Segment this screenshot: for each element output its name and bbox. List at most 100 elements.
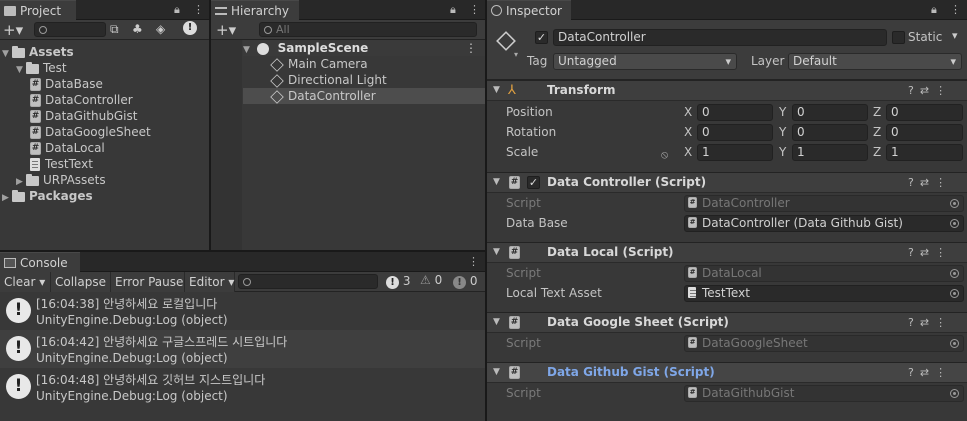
hierarchy-item[interactable]: DataController (243, 88, 485, 104)
component-header[interactable]: ▼ # Data Github Gist (Script) ?⇄⋮ (487, 362, 967, 383)
transform-y-field[interactable]: 0 (792, 124, 868, 141)
console-search-input[interactable] (238, 274, 378, 289)
kebab-menu-icon[interactable]: ⋮ (935, 366, 952, 379)
axis-x-label[interactable]: X (684, 144, 692, 161)
scene-row[interactable]: ▼ SampleScene ⋮ (243, 40, 485, 56)
object-picker-icon[interactable] (950, 269, 959, 278)
foldout-arrow-icon[interactable]: ▼ (493, 367, 500, 377)
preset-icon[interactable]: ⇄ (920, 246, 935, 259)
scene-menu-icon[interactable]: ⋮ (465, 40, 477, 56)
axis-y-label[interactable]: Y (779, 124, 786, 141)
transform-y-field[interactable]: 0 (792, 104, 868, 121)
project-tree-item[interactable]: # DataGoogleSheet (30, 124, 209, 140)
object-reference-field[interactable]: # DataLocal (684, 265, 964, 282)
object-picker-icon[interactable] (950, 289, 959, 298)
tab-project[interactable]: Project (0, 0, 76, 20)
expanded-arrow-icon[interactable]: ▼ (2, 46, 12, 62)
log-count-toggle[interactable]: ! 3 (386, 274, 410, 289)
object-picker-icon[interactable] (950, 219, 959, 228)
tag-dropdown[interactable]: Untagged (553, 53, 737, 70)
project-tree-item[interactable]: ▶ URPAssets (16, 172, 209, 188)
axis-x-label[interactable]: X (684, 124, 692, 141)
transform-header[interactable]: ▼ ⅄ Transform ?⇄⋮ (487, 80, 967, 101)
project-tree-item[interactable]: TestText (30, 156, 209, 172)
tab-inspector[interactable]: Inspector (487, 0, 571, 20)
filter-icon[interactable]: ♣ (132, 22, 143, 36)
object-reference-field[interactable]: # DataGoogleSheet (684, 335, 964, 352)
axis-z-label[interactable]: Z (873, 144, 881, 161)
tab-hierarchy[interactable]: Hierarchy (211, 0, 299, 20)
hidden-packages-icon[interactable]: ! (183, 21, 197, 35)
project-tree-item[interactable]: ▼ Test (16, 60, 209, 76)
transform-y-field[interactable]: 1 (792, 144, 868, 161)
tab-console[interactable]: Console (0, 252, 80, 272)
axis-y-label[interactable]: Y (779, 104, 786, 121)
help-icon[interactable]: ? (908, 176, 920, 189)
preset-icon[interactable]: ⇄ (920, 84, 935, 97)
kebab-menu-icon[interactable]: ⋮ (935, 176, 952, 189)
foldout-arrow-icon[interactable]: ▼ (493, 177, 500, 187)
collapse-button[interactable]: Collapse (51, 272, 111, 292)
error-pause-button[interactable]: Error Pause (111, 272, 185, 292)
transform-x-field[interactable]: 1 (697, 144, 773, 161)
object-menu-arrow-icon[interactable]: ▾ (514, 50, 518, 59)
help-icon[interactable]: ? (908, 84, 920, 97)
kebab-menu-icon[interactable]: ⋮ (469, 3, 480, 16)
active-checkbox[interactable]: ✓ (535, 31, 548, 44)
foldout-arrow-icon[interactable]: ▼ (493, 85, 500, 95)
foldout-arrow-icon[interactable]: ▼ (493, 317, 500, 327)
kebab-menu-icon[interactable]: ⋮ (935, 84, 952, 97)
constrain-proportions-icon[interactable]: ⦸ (661, 148, 668, 162)
project-tree-item[interactable]: # DataGithubGist (30, 108, 209, 124)
foldout-arrow-icon[interactable]: ▼ (493, 247, 500, 257)
component-enabled-checkbox[interactable]: ✓ (527, 176, 540, 189)
axis-x-label[interactable]: X (684, 104, 692, 121)
component-header[interactable]: ▼ # Data Local (Script) ?⇄⋮ (487, 242, 967, 263)
kebab-menu-icon[interactable]: ⋮ (935, 246, 952, 259)
lock-icon[interactable]: 🔒︎ (450, 3, 456, 17)
static-checkbox[interactable] (892, 31, 905, 44)
console-log-entry[interactable]: ! [16:04:42] 안녕하세요 구글스프레드 시트입니다 UnityEngin… (0, 330, 485, 368)
object-picker-icon[interactable] (950, 339, 959, 348)
project-search-input[interactable] (34, 22, 106, 37)
transform-x-field[interactable]: 0 (697, 124, 773, 141)
component-header[interactable]: ▼ # Data Google Sheet (Script) ?⇄⋮ (487, 312, 967, 333)
search-by-type-icon[interactable]: ⧉ (110, 22, 119, 37)
transform-x-field[interactable]: 0 (697, 104, 773, 121)
hierarchy-search-input[interactable]: All (259, 22, 477, 37)
lock-icon[interactable]: 🔒︎ (174, 3, 180, 17)
editor-dropdown[interactable]: Editor ▾ (185, 272, 235, 292)
object-picker-icon[interactable] (950, 199, 959, 208)
component-header[interactable]: ▼ # ✓ Data Controller (Script) ?⇄⋮ (487, 172, 967, 193)
project-tree-item[interactable]: ▶ Packages (2, 188, 209, 204)
expanded-arrow-icon[interactable]: ▼ (16, 62, 26, 78)
kebab-menu-icon[interactable]: ⋮ (468, 255, 479, 268)
project-tree-item[interactable]: ▼ Assets (2, 44, 209, 60)
project-tree-item[interactable]: # DataBase (30, 76, 209, 92)
error-count-toggle[interactable]: ! 0 (453, 274, 477, 289)
object-reference-field[interactable]: # DataController (Data Github Gist) (684, 215, 964, 232)
collapsed-arrow-icon[interactable]: ▶ (2, 190, 12, 206)
hierarchy-item[interactable]: Main Camera (243, 56, 485, 72)
axis-z-label[interactable]: Z (873, 104, 881, 121)
transform-z-field[interactable]: 0 (886, 104, 963, 121)
transform-z-field[interactable]: 0 (886, 124, 963, 141)
axis-y-label[interactable]: Y (779, 144, 786, 161)
add-button[interactable]: +▾ (3, 21, 23, 39)
object-reference-field[interactable]: # DataController (684, 195, 964, 212)
warning-count-toggle[interactable]: ⚠ 0 (420, 273, 442, 287)
lock-icon[interactable]: 🔒︎ (931, 3, 937, 17)
object-name-field[interactable]: DataController (553, 29, 887, 46)
clear-button[interactable]: Clear ▾ (0, 272, 51, 292)
help-icon[interactable]: ? (908, 246, 920, 259)
object-reference-field[interactable]: # DataGithubGist (684, 385, 964, 402)
static-dropdown-icon[interactable]: ▾ (952, 29, 958, 42)
object-reference-field[interactable]: TestText (684, 285, 964, 302)
label-icon[interactable]: ◈ (156, 22, 165, 36)
axis-z-label[interactable]: Z (873, 124, 881, 141)
project-tree-item[interactable]: # DataLocal (30, 140, 209, 156)
help-icon[interactable]: ? (908, 316, 920, 329)
kebab-menu-icon[interactable]: ⋮ (193, 3, 204, 16)
preset-icon[interactable]: ⇄ (920, 176, 935, 189)
layer-dropdown[interactable]: Default (788, 53, 962, 70)
